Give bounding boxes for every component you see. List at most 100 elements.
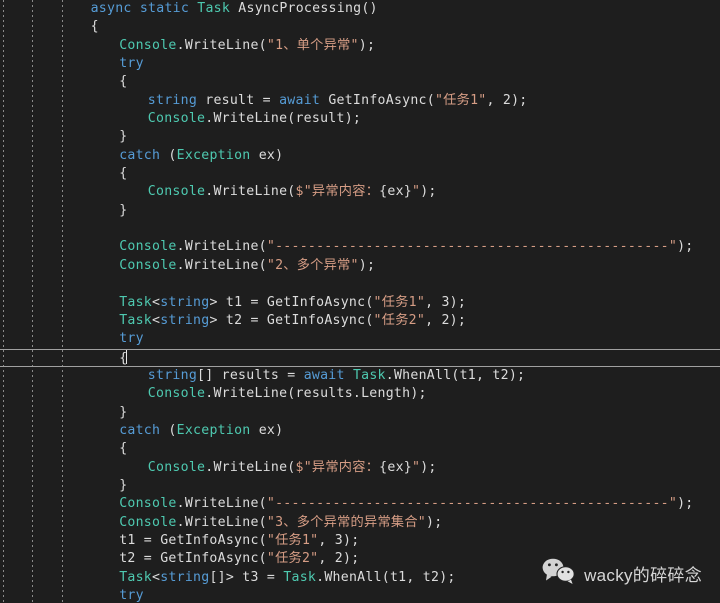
code-line-text: Console.WriteLine("3、多个异常的异常集合"); — [119, 514, 442, 532]
code-line[interactable]: try — [0, 330, 720, 348]
code-editor[interactable]: async static Task AsyncProcessing(){Cons… — [0, 0, 720, 603]
code-line[interactable]: Console.WriteLine($"异常内容：{ex}"); — [0, 183, 720, 201]
code-line-text: Console.WriteLine("2、多个异常"); — [119, 257, 375, 275]
code-line[interactable]: Task<string> t2 = GetInfoAsync("任务2", 2)… — [0, 312, 720, 330]
token-typ: Task — [119, 294, 153, 310]
code-line[interactable]: t1 = GetInfoAsync("任务1", 3); — [0, 532, 720, 550]
code-line[interactable] — [0, 275, 720, 293]
code-line-text: catch (Exception ex) — [119, 147, 283, 165]
code-line-text: try — [119, 55, 144, 73]
token-str: $"异常内容： — [295, 184, 380, 200]
token-str: "1、单个异常" — [266, 37, 359, 53]
code-line-text: Console.WriteLine("1、单个异常"); — [119, 37, 375, 55]
code-line-text: } — [119, 202, 127, 220]
code-line[interactable]: Console.WriteLine("1、单个异常"); — [0, 37, 720, 55]
token-plain: > t2 = GetInfoAsync( — [209, 312, 374, 328]
code-line[interactable]: catch (Exception ex) — [0, 422, 720, 440]
token-plain: > t1 = GetInfoAsync( — [209, 294, 374, 310]
token-kw: try — [119, 331, 144, 347]
token-plain: < — [152, 312, 161, 328]
token-str: "任务2" — [266, 551, 319, 567]
token-plain: ); — [358, 257, 376, 273]
token-plain: ); — [677, 496, 694, 512]
code-line[interactable]: try — [0, 55, 720, 73]
token-typ: Exception — [176, 422, 251, 438]
code-line[interactable]: Console.WriteLine("2、多个异常"); — [0, 257, 720, 275]
code-line-text: string[] results = await Task.WhenAll(t1… — [148, 367, 525, 385]
token-plain: , 2); — [318, 551, 360, 567]
token-plain: .WriteLine( — [205, 459, 296, 475]
token-typ: Exception — [176, 147, 251, 163]
code-line-text: t1 = GetInfoAsync("任务1", 3); — [119, 532, 359, 550]
token-typ: Console — [147, 459, 206, 475]
code-line[interactable]: catch (Exception ex) — [0, 147, 720, 165]
code-line[interactable]: } — [0, 202, 720, 220]
token-str: "---------------------------------------… — [266, 239, 678, 255]
token-plain: ( — [160, 422, 177, 438]
token-kw: catch — [119, 147, 161, 163]
code-line-text: try — [119, 330, 144, 348]
token-plain: .WriteLine( — [176, 514, 267, 530]
token-plain: {ex} — [379, 184, 412, 200]
token-plain: } — [119, 404, 128, 420]
token-typ: Console — [147, 111, 206, 127]
code-line[interactable]: Console.WriteLine("---------------------… — [0, 495, 720, 513]
token-plain: { — [90, 19, 99, 35]
code-line-text: t2 = GetInfoAsync("任务2", 2); — [119, 550, 359, 568]
code-line-text: Task<string[]> t3 = Task.WhenAll(t1, t2)… — [119, 569, 455, 587]
token-typ: Console — [119, 257, 177, 273]
code-line[interactable]: Task<string> t1 = GetInfoAsync("任务1", 3)… — [0, 294, 720, 312]
code-line[interactable] — [0, 220, 720, 238]
token-plain: , 3); — [318, 532, 360, 548]
code-line[interactable]: { — [0, 73, 720, 91]
code-line[interactable]: Console.WriteLine("---------------------… — [0, 238, 720, 256]
token-str: " — [411, 459, 421, 475]
code-line[interactable]: Console.WriteLine("3、多个异常的异常集合"); — [0, 514, 720, 532]
token-plain: < — [152, 569, 161, 585]
code-line[interactable]: try — [0, 587, 720, 603]
token-plain: } — [119, 202, 128, 218]
code-line-text: Console.WriteLine($"异常内容：{ex}"); — [148, 459, 437, 477]
code-line-text: } — [119, 128, 127, 146]
token-plain: .WriteLine( — [176, 257, 267, 273]
code-line[interactable]: Console.WriteLine(result); — [0, 110, 720, 128]
token-str: "任务1" — [434, 92, 487, 108]
token-kw: await — [303, 367, 345, 383]
token-str: "任务1" — [373, 294, 426, 310]
code-line-text: Console.WriteLine("---------------------… — [119, 495, 693, 513]
code-line[interactable]: string[] results = await Task.WhenAll(t1… — [0, 367, 720, 385]
code-line-text: Console.WriteLine(result); — [148, 110, 361, 128]
token-plain: .WriteLine( — [176, 496, 267, 512]
code-line-current[interactable]: { — [0, 348, 720, 367]
code-line[interactable]: { — [0, 165, 720, 183]
token-plain: result = — [197, 92, 280, 108]
code-line[interactable]: } — [0, 404, 720, 422]
code-content[interactable]: async static Task AsyncProcessing(){Cons… — [0, 0, 720, 603]
code-line-text: try — [119, 587, 144, 603]
token-str: "任务1" — [266, 532, 319, 548]
token-plain: []> t3 = — [209, 569, 284, 585]
code-line[interactable]: Console.WriteLine(results.Length); — [0, 385, 720, 403]
token-typ: Task — [119, 569, 153, 585]
code-line-text: Console.WriteLine(results.Length); — [148, 385, 427, 403]
token-kw: string — [160, 294, 210, 310]
code-line[interactable]: t2 = GetInfoAsync("任务2", 2); — [0, 550, 720, 568]
token-kw: try — [119, 56, 144, 72]
code-line[interactable]: string result = await GetInfoAsync("任务1"… — [0, 92, 720, 110]
code-line[interactable]: } — [0, 477, 720, 495]
token-plain: ( — [160, 147, 177, 163]
code-line[interactable]: Task<string[]> t3 = Task.WhenAll(t1, t2)… — [0, 569, 720, 587]
code-line[interactable]: Console.WriteLine($"异常内容：{ex}"); — [0, 459, 720, 477]
code-line[interactable]: } — [0, 128, 720, 146]
token-typ: Task — [283, 569, 317, 585]
token-plain: .WriteLine(results.Length); — [205, 386, 427, 402]
code-line[interactable]: { — [0, 18, 720, 36]
token-plain: } — [119, 129, 128, 145]
code-line[interactable]: { — [0, 440, 720, 458]
token-plain: , 2); — [425, 312, 467, 328]
code-line-text: { — [119, 73, 127, 91]
token-kw: async — [90, 1, 140, 16]
code-line-text: async static Task AsyncProcessing() — [91, 0, 378, 18]
code-line[interactable]: async static Task AsyncProcessing() — [0, 0, 720, 18]
